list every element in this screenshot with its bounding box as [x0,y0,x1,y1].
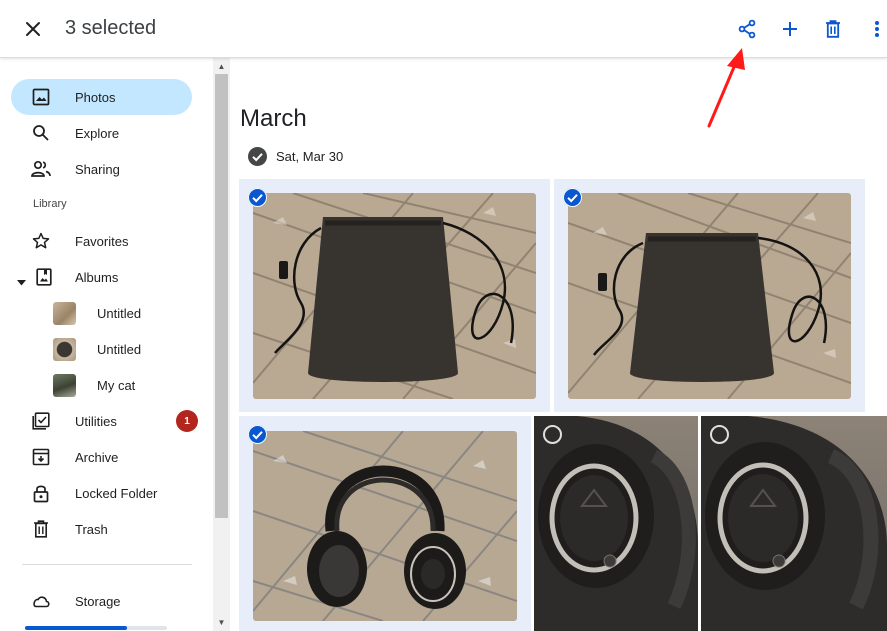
checklist-icon [31,411,51,431]
selected-check-icon[interactable] [563,188,582,207]
sidebar-item-label: Locked Folder [75,485,158,501]
sidebar-divider [22,564,192,565]
storage-usage-fill [25,626,128,630]
photo-tile[interactable] [239,179,550,412]
plus-icon [783,22,797,36]
photo-tile[interactable] [239,416,531,631]
check-circle-icon [248,147,267,166]
scroll-up-arrow-icon[interactable]: ▲ [217,62,226,71]
sidebar-item-label: Photos [75,89,116,105]
top-app-bar: 3 selected [0,0,887,58]
more-vert-icon [875,21,879,37]
trash-icon [31,519,51,539]
notification-badge: 1 [176,410,198,432]
sidebar-item-label: Explore [75,125,120,141]
sidebar: Photos Explore Sharing Library Favorites… [0,58,212,631]
sidebar-item-photos[interactable]: Photos [11,79,192,115]
library-section-label: Library [33,198,67,210]
search-icon [31,123,51,143]
delete-button[interactable] [818,14,848,44]
sidebar-item-label: Untitled [97,341,142,357]
sidebar-item-storage[interactable]: Storage [11,583,192,619]
unselected-circle-icon[interactable] [710,425,729,444]
sidebar-item-label: Archive [75,449,119,465]
unselected-circle-icon[interactable] [543,425,562,444]
sidebar-item-label: Sharing [75,161,120,177]
sidebar-item-label: Untitled [97,305,142,321]
share-icon [738,19,756,39]
album-thumbnail [53,374,76,397]
album-thumbnail [53,338,76,361]
trash-icon [826,20,840,38]
close-selection-button[interactable] [19,15,47,43]
sidebar-item-sharing[interactable]: Sharing [11,151,192,187]
add-button[interactable] [775,14,805,44]
photo-pouch [568,193,851,399]
photo-grid-area: March Sat, Mar 30 [230,58,887,631]
sidebar-scrollbar[interactable]: ▲ ▼ [213,58,230,631]
photo-earcup-closeup [701,416,887,631]
share-button[interactable] [732,14,762,44]
scroll-thumb[interactable] [215,74,228,518]
expand-arrow-icon[interactable] [17,273,26,291]
photo-tile[interactable] [701,416,887,631]
selected-check-icon[interactable] [248,188,267,207]
sidebar-item-albums[interactable]: Albums [11,259,192,295]
photo-icon [31,87,51,107]
archive-icon [31,447,51,467]
close-icon [26,22,40,36]
cloud-icon [31,591,51,611]
sidebar-item-label: Trash [75,521,108,537]
storage-usage-bar [25,626,167,630]
album-thumbnail [53,302,76,325]
star-icon [31,231,51,251]
sidebar-item-album-untitled-2[interactable]: Untitled [11,331,192,367]
photo-headphones [253,431,517,621]
more-options-button[interactable] [862,14,887,44]
photo-earcup-closeup [534,416,698,631]
sidebar-item-album-my-cat[interactable]: My cat [11,367,192,403]
sidebar-item-archive[interactable]: Archive [11,439,192,475]
selection-count: 3 selected [65,17,157,39]
sidebar-item-label: Utilities [75,413,117,429]
album-icon [34,267,54,287]
sidebar-item-utilities[interactable]: Utilities 1 [11,403,198,439]
photo-tile[interactable] [534,416,698,631]
date-group-select[interactable]: Sat, Mar 30 [248,147,343,166]
people-icon [31,159,51,179]
sidebar-item-trash[interactable]: Trash [11,511,192,547]
sidebar-item-label: Albums [75,269,119,285]
selected-check-icon[interactable] [248,425,267,444]
sidebar-item-album-untitled-1[interactable]: Untitled [11,295,192,331]
sidebar-item-label: Storage [75,593,121,609]
sidebar-item-locked-folder[interactable]: Locked Folder [11,475,192,511]
sidebar-item-label: Favorites [75,233,129,249]
sidebar-item-label: My cat [97,377,136,393]
month-heading: March [240,105,307,132]
sidebar-item-explore[interactable]: Explore [11,115,192,151]
sidebar-item-favorites[interactable]: Favorites [11,223,192,259]
photo-tile[interactable] [554,179,865,412]
lock-icon [31,483,51,503]
scroll-down-arrow-icon[interactable]: ▼ [217,618,226,627]
date-group-label: Sat, Mar 30 [276,149,344,164]
photo-pouch [253,193,536,399]
